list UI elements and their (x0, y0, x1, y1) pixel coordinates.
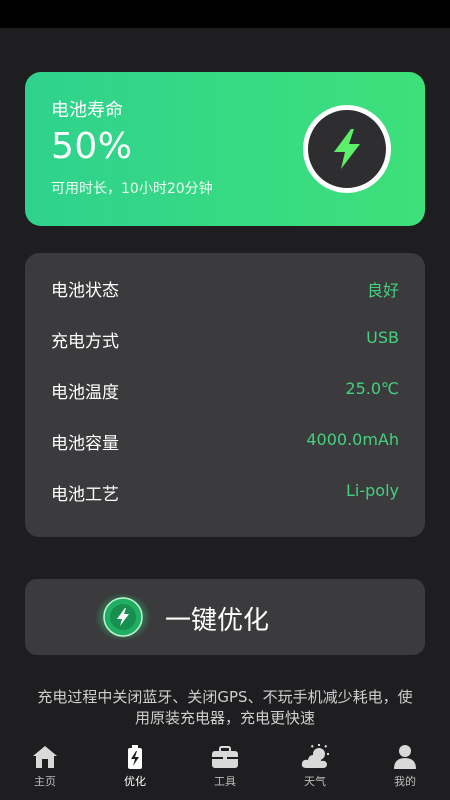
info-value: USB (366, 328, 399, 347)
battery-life-card: 电池寿命 50% 可用时长，10小时20分钟 (25, 72, 425, 226)
toolbox-icon (212, 746, 238, 768)
lightning-icon (95, 593, 151, 641)
battery-ring (303, 105, 391, 193)
optimize-label: 一键优化 (165, 606, 270, 636)
battery-info-card: 电池状态 良好 充电方式 USB 电池温度 25.0℃ 电池容量 4000.0m… (25, 253, 425, 537)
info-row-charge-mode: 充电方式 USB (25, 324, 425, 354)
tab-label: 我的 (394, 775, 416, 788)
person-icon (394, 745, 416, 769)
bottom-tab-bar: 主页 优化 工具 天气 我的 (0, 740, 450, 800)
tab-label: 优化 (124, 775, 146, 788)
info-label: 电池状态 (51, 281, 119, 301)
info-label: 电池容量 (51, 434, 119, 454)
battery-bolt-icon (128, 745, 142, 769)
info-value: 25.0℃ (345, 379, 399, 398)
info-value: Li-poly (346, 481, 399, 500)
tab-label: 工具 (214, 775, 236, 788)
info-row-temperature: 电池温度 25.0℃ (25, 375, 425, 405)
battery-percent: 50% (51, 126, 133, 167)
home-icon (33, 746, 57, 768)
one-click-optimize-button[interactable]: 一键优化 (25, 579, 425, 655)
info-label: 充电方式 (51, 332, 119, 352)
battery-remaining-time: 可用时长，10小时20分钟 (51, 181, 213, 197)
charging-tip: 充电过程中关闭蓝牙、关闭GPS、不玩手机减少耗电，使用原装充电器，充电更快速 (37, 688, 413, 727)
info-row-status: 电池状态 良好 (25, 273, 425, 303)
status-bar (0, 0, 450, 28)
info-row-capacity: 电池容量 4000.0mAh (25, 426, 425, 456)
tab-label: 主页 (34, 775, 56, 788)
info-value: 4000.0mAh (306, 430, 399, 449)
info-label: 电池温度 (51, 383, 119, 403)
info-label: 电池工艺 (51, 485, 119, 505)
tab-label: 天气 (304, 775, 326, 788)
weather-icon (301, 744, 329, 768)
info-value: 良好 (366, 281, 399, 300)
tab-tools[interactable]: 工具 (195, 740, 255, 800)
info-row-technology: 电池工艺 Li-poly (25, 477, 425, 507)
battery-life-title: 电池寿命 (51, 100, 123, 121)
tab-weather[interactable]: 天气 (285, 740, 345, 800)
tab-home[interactable]: 主页 (15, 740, 75, 800)
tab-optimize[interactable]: 优化 (105, 740, 165, 800)
lightning-icon (334, 129, 360, 169)
tab-mine[interactable]: 我的 (375, 740, 435, 800)
